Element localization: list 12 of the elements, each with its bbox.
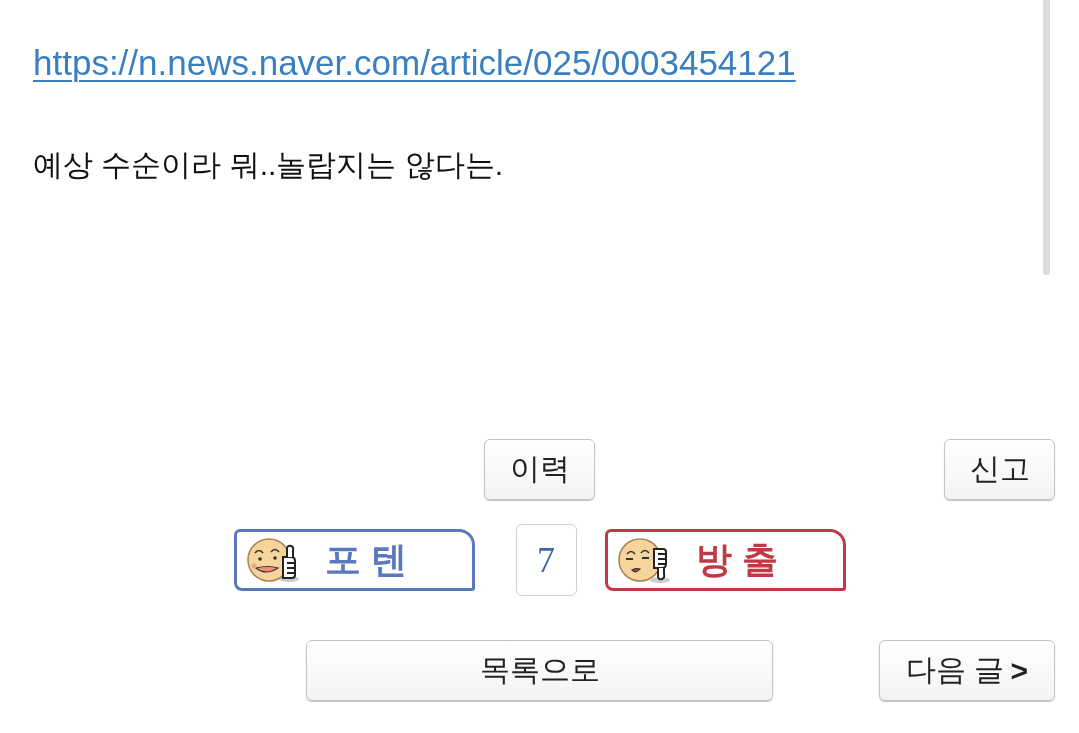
- article-link[interactable]: https://n.news.naver.com/article/025/0003454121: [33, 43, 796, 83]
- post-text: 예상 수순이라 뭐..놀랍지는 않다는.: [33, 147, 503, 183]
- scrollbar-thumb[interactable]: [1043, 0, 1050, 275]
- thumbs-down-face-icon: [617, 535, 672, 585]
- vote-count: 7: [515, 524, 577, 596]
- list-button[interactable]: 목록으로: [306, 640, 773, 701]
- like-button[interactable]: 포텐: [233, 529, 475, 591]
- thumbs-up-face-icon: [246, 535, 301, 585]
- history-button[interactable]: 이력: [484, 439, 595, 500]
- next-post-button[interactable]: 다음 글 >: [879, 640, 1055, 701]
- dislike-button[interactable]: 방출: [604, 529, 846, 591]
- report-button[interactable]: 신고: [944, 439, 1055, 500]
